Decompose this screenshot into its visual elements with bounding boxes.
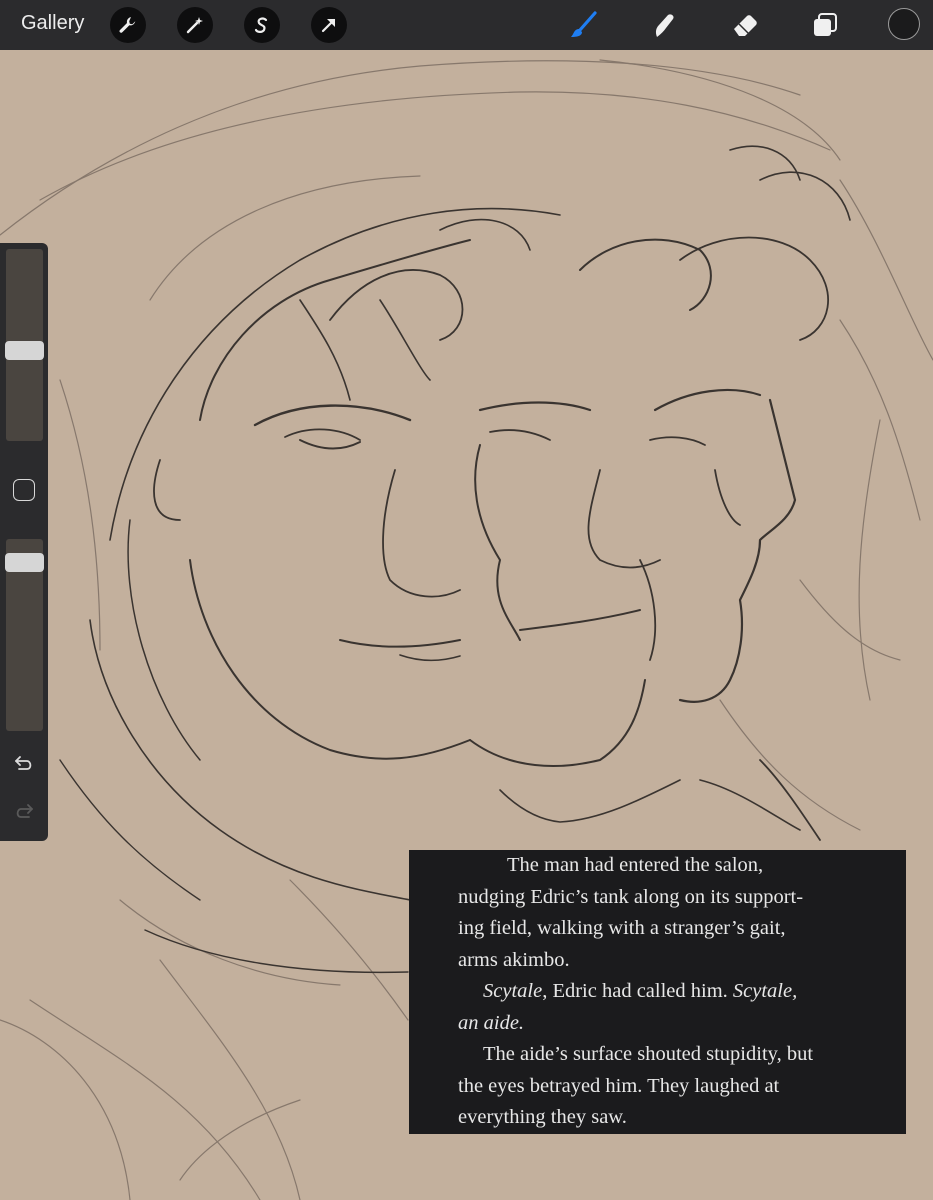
quote-paragraph-2: Scytale, Edric had called him. Scytale, … [458, 976, 906, 1039]
selection-s-icon[interactable] [244, 7, 280, 43]
top-toolbar: Gallery [0, 0, 933, 50]
quote-line: arms akimbo. [458, 948, 570, 971]
undo-icon[interactable] [12, 751, 36, 775]
quote-line: Scytale, Edric had called him. Scytale, [458, 976, 906, 1008]
layers-icon[interactable] [808, 8, 842, 42]
quote-line: ing field, walking with a stranger’s gai… [458, 917, 786, 939]
redo-icon[interactable] [12, 799, 36, 823]
smudge-icon[interactable] [646, 8, 680, 42]
quote-paragraph-3: The aide’s surface shouted stupidity, bu… [458, 1039, 906, 1134]
quote-line: everything they saw. [458, 1106, 627, 1128]
quote-line: the eyes betrayed him. They laughed at [458, 1074, 780, 1097]
quote-line: an aide. [458, 1011, 525, 1034]
brush-size-thumb[interactable] [5, 340, 44, 360]
quote-italic: Scytale [483, 980, 543, 1002]
quote-italic: Scytale, [732, 980, 798, 1002]
magic-wand-icon[interactable] [177, 7, 213, 43]
quote-line: The man had entered the salon, [507, 854, 764, 876]
arrow-transform-icon[interactable] [311, 7, 347, 43]
eraser-icon[interactable] [728, 8, 762, 42]
quote-text-box: The man had entered the salon, nudging E… [409, 850, 906, 1134]
square-icon[interactable] [13, 479, 35, 501]
wrench-icon[interactable] [110, 7, 146, 43]
opacity-thumb[interactable] [5, 552, 44, 572]
color-picker-button[interactable] [888, 8, 920, 40]
quote-text: , Edric had called him. [542, 980, 733, 1002]
brush-icon[interactable] [566, 8, 600, 42]
quote-line: nudging Edric’s tank along on its suppor… [458, 885, 804, 908]
gallery-button[interactable]: Gallery [21, 12, 84, 35]
sidebar [0, 243, 48, 841]
quote-line: The aide’s surface shouted stupidity, bu… [483, 1043, 814, 1065]
quote-paragraph-1: The man had entered the salon, nudging E… [458, 850, 906, 976]
